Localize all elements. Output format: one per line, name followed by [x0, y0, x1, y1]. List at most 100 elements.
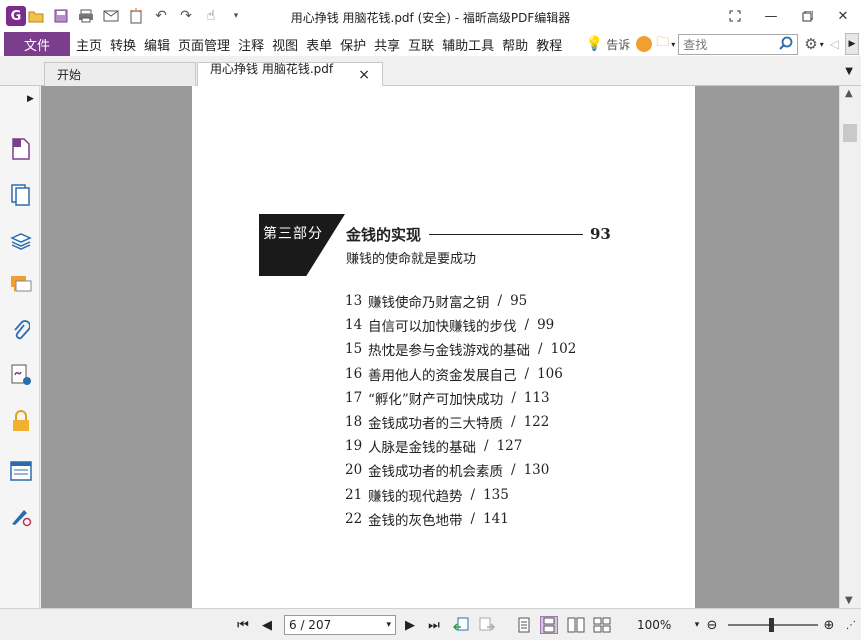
new-doc-icon[interactable]: [126, 6, 146, 26]
toc-entry: 22 金钱的灰色地带 / 141: [345, 507, 576, 531]
find-folder-icon[interactable]: 🗀: [656, 33, 669, 55]
menu-connect[interactable]: 互联: [404, 35, 438, 54]
continuous-view-icon[interactable]: [540, 616, 558, 634]
toc-title: 赚钱的现代趋势: [368, 488, 463, 505]
find-dropdown-icon[interactable]: ▾: [671, 40, 675, 49]
scroll-thumb[interactable]: [843, 124, 857, 142]
toc-entry: 19 人脉是金钱的基础 / 127: [345, 434, 576, 458]
previous-page-icon[interactable]: ◀: [258, 616, 276, 634]
fullscreen-icon[interactable]: [717, 0, 753, 32]
form-fields-icon[interactable]: [10, 460, 32, 482]
ribbon-prev-icon[interactable]: ◁: [830, 37, 839, 51]
next-view-icon[interactable]: [478, 616, 496, 634]
toc-title: 人脉是金钱的基础: [368, 440, 476, 457]
search-placeholder: 查找: [683, 37, 708, 52]
security-lock-icon[interactable]: [10, 410, 32, 432]
tell-me-label[interactable]: 告诉: [606, 36, 630, 53]
scroll-down-icon[interactable]: ▼: [845, 595, 853, 606]
toc-title: 善用他人的资金发展自己: [368, 367, 517, 384]
toc-number: 17: [345, 389, 363, 406]
last-page-icon[interactable]: ⏭: [425, 616, 443, 634]
toc-number: 18: [345, 414, 363, 431]
app-logo-icon[interactable]: G: [6, 6, 26, 26]
close-tab-icon[interactable]: ×: [358, 67, 370, 83]
menu-form[interactable]: 表单: [302, 35, 336, 54]
save-icon[interactable]: [51, 6, 71, 26]
attachments-icon[interactable]: [10, 320, 32, 342]
toc-page: 141: [483, 510, 509, 527]
menu-protect[interactable]: 保护: [336, 35, 370, 54]
tab-document[interactable]: 用心挣钱 用脑花钱.pdf ... ×: [197, 62, 383, 91]
menu-view[interactable]: 视图: [268, 35, 302, 54]
single-page-view-icon[interactable]: [515, 616, 533, 634]
first-page-icon[interactable]: ⏮: [234, 616, 252, 634]
layers-icon[interactable]: [10, 230, 32, 252]
search-input[interactable]: 查找: [678, 33, 799, 55]
menu-accessibility[interactable]: 辅助工具: [438, 35, 498, 54]
lightbulb-icon[interactable]: 💡: [586, 36, 603, 52]
hand-tool-icon[interactable]: ☝: [201, 6, 221, 26]
settings-gear-icon[interactable]: ⚙: [804, 35, 817, 53]
zoom-slider-thumb[interactable]: [769, 618, 774, 632]
page-indicator: 6 / 207: [289, 618, 332, 632]
customize-dropdown-icon[interactable]: ▾: [226, 6, 246, 26]
menu-home[interactable]: 主页: [72, 35, 106, 54]
menu-help[interactable]: 帮助: [498, 35, 532, 54]
redo-icon[interactable]: ↷: [176, 6, 196, 26]
toc-entry: 16 善用他人的资金发展自己 / 106: [345, 362, 576, 386]
expand-panel-icon[interactable]: ▶: [27, 94, 34, 104]
zoom-slider[interactable]: [728, 618, 818, 632]
vertical-scrollbar[interactable]: ▲ ▼: [839, 86, 861, 608]
section-title: 金钱的实现: [346, 226, 422, 244]
toc-title: 自信可以加快赚钱的步伐: [368, 319, 517, 336]
document-viewport[interactable]: 第三部分 金钱的实现 93 赚钱的使命就是要成功 13 赚钱使命乃财富之钥 / 95 …: [41, 86, 839, 608]
next-page-icon[interactable]: ▶: [401, 616, 419, 634]
menu-tutorial[interactable]: 教程: [532, 35, 566, 54]
zoom-out-icon[interactable]: ⊖: [703, 616, 721, 634]
menu-page-management[interactable]: 页面管理: [174, 35, 234, 54]
search-icon[interactable]: [779, 36, 793, 53]
facing-view-icon[interactable]: [567, 616, 585, 634]
tab-list-dropdown-icon[interactable]: ▼: [845, 66, 853, 77]
feedback-icon[interactable]: [636, 36, 653, 52]
zoom-in-icon[interactable]: ⊕: [820, 616, 838, 634]
ribbon-next-button[interactable]: ▶: [845, 33, 859, 55]
open-folder-icon[interactable]: [26, 6, 46, 26]
toc-separator: /: [538, 341, 543, 358]
menu-edit[interactable]: 编辑: [140, 35, 174, 54]
close-button[interactable]: ✕: [825, 0, 861, 32]
previous-view-icon[interactable]: [452, 616, 470, 634]
toc-entry: 18 金钱成功者的三大特质 / 122: [345, 410, 576, 434]
certificate-pen-icon[interactable]: [10, 506, 32, 528]
toc-page: 95: [510, 293, 528, 310]
menu-convert[interactable]: 转换: [106, 35, 140, 54]
section-leader-line: [429, 234, 583, 235]
comments-icon[interactable]: [10, 274, 32, 296]
email-icon[interactable]: [101, 6, 121, 26]
minimize-button[interactable]: —: [753, 0, 789, 32]
section-subtitle: 赚钱的使命就是要成功: [346, 252, 477, 267]
toc-number: 21: [345, 486, 363, 503]
toc-number: 22: [345, 510, 363, 527]
menu-share[interactable]: 共享: [370, 35, 404, 54]
tab-start[interactable]: 开始: [44, 62, 196, 86]
undo-icon[interactable]: ↶: [151, 6, 171, 26]
pages-icon[interactable]: [10, 184, 32, 206]
settings-dropdown-icon[interactable]: ▾: [820, 40, 824, 49]
page-thumbnails-icon[interactable]: [10, 138, 32, 160]
scroll-up-icon[interactable]: ▲: [845, 88, 853, 99]
page-dropdown-icon[interactable]: ▾: [386, 620, 391, 630]
resize-grip-icon[interactable]: ⋰: [842, 616, 860, 634]
window-controls: — ✕: [717, 0, 861, 32]
print-icon[interactable]: [76, 6, 96, 26]
menu-comment[interactable]: 注释: [234, 35, 268, 54]
menu-right-tools: 💡 告诉 🗀 ▾ 查找 ⚙ ▾ ◁ ▶: [586, 32, 861, 56]
toc-separator: /: [511, 414, 516, 431]
file-menu-button[interactable]: 文件: [4, 32, 70, 56]
restore-button[interactable]: [789, 0, 825, 32]
toc-separator: /: [524, 365, 530, 382]
continuous-facing-view-icon[interactable]: [593, 616, 611, 634]
signatures-icon[interactable]: [10, 364, 32, 386]
zoom-level[interactable]: 100%: [637, 618, 671, 632]
page-number-field[interactable]: 6 / 207 ▾: [284, 615, 396, 635]
